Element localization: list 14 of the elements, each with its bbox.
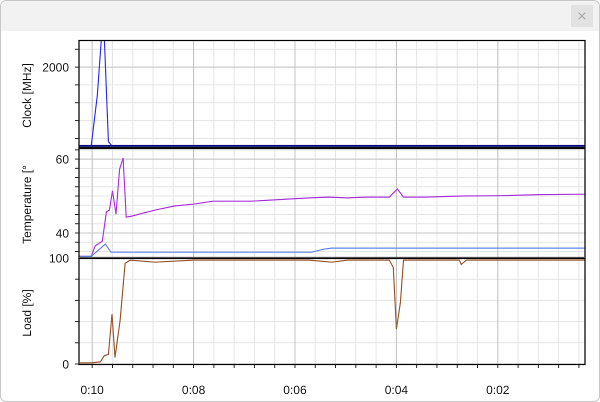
y-tick-label: 100 xyxy=(48,251,69,266)
x-tick-label: 0:04 xyxy=(384,383,408,397)
y-tick-label: 60 xyxy=(56,152,69,166)
x-tick-label: 0:08 xyxy=(182,383,206,397)
y-axis-label: Load [%] xyxy=(20,289,34,337)
y-axis-label: Clock [MHz] xyxy=(20,63,34,128)
y-tick-label: 40 xyxy=(56,226,69,240)
y-tick-label: 2000 xyxy=(42,60,69,74)
y-tick-label: 0 xyxy=(62,357,69,372)
close-button[interactable]: × xyxy=(571,5,593,27)
x-tick-label: 0:06 xyxy=(283,383,307,397)
y-axis-label: Temperature [° xyxy=(20,165,34,244)
x-tick-label: 0:02 xyxy=(486,383,510,397)
x-tick-label: 0:10 xyxy=(80,383,104,397)
